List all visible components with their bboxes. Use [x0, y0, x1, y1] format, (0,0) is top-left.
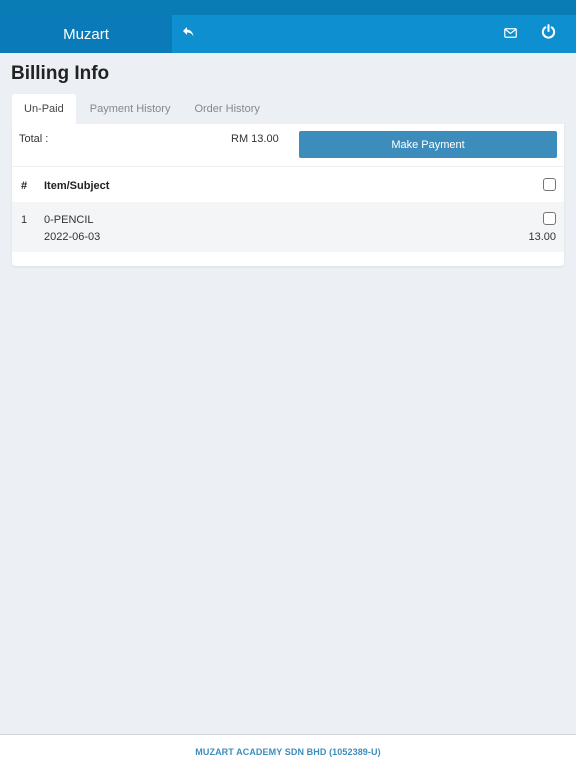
- billing-tabs: Un-Paid Payment History Order History: [12, 94, 272, 124]
- logout-button[interactable]: [530, 15, 566, 53]
- column-header-item: Item/Subject: [44, 180, 110, 192]
- make-payment-button[interactable]: Make Payment: [299, 131, 557, 158]
- row-price: 13.00: [528, 231, 556, 243]
- table-header: # Item/Subject: [12, 166, 564, 202]
- mail-button[interactable]: [492, 15, 528, 53]
- power-icon: [541, 24, 556, 44]
- status-strip: [0, 0, 576, 15]
- row-number: 1: [21, 214, 28, 226]
- row-item: 0-PENCIL: [44, 214, 94, 226]
- table-row: 1 0-PENCIL 2022-06-03 13.00: [12, 202, 564, 252]
- back-button[interactable]: [171, 15, 207, 53]
- reply-icon: [182, 25, 196, 43]
- brand-logo[interactable]: Muzart: [0, 15, 172, 53]
- page-title: Billing Info: [11, 63, 110, 84]
- total-label: Total :: [19, 133, 49, 145]
- tab-order-history[interactable]: Order History: [182, 94, 271, 124]
- column-header-number: #: [21, 180, 28, 192]
- footer: MUZART ACADEMY SDN BHD (1052389-U): [0, 734, 576, 768]
- top-navbar: Muzart: [0, 15, 576, 53]
- row-checkbox[interactable]: [543, 212, 556, 225]
- mail-icon: [503, 25, 517, 43]
- row-date: 2022-06-03: [44, 231, 101, 243]
- unpaid-panel: Total : RM 13.00 Make Payment # Item/Sub…: [12, 124, 564, 266]
- total-amount: RM 13.00: [231, 133, 279, 145]
- company-name[interactable]: MUZART ACADEMY SDN BHD (1052389-U): [195, 747, 380, 757]
- tab-unpaid[interactable]: Un-Paid: [12, 94, 76, 124]
- tab-payment-history[interactable]: Payment History: [78, 94, 183, 124]
- select-all-checkbox[interactable]: [543, 178, 556, 191]
